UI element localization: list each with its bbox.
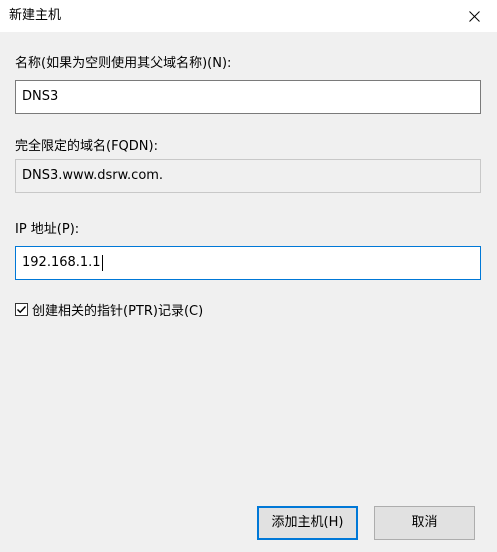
close-icon [468,10,480,22]
close-button[interactable] [451,0,497,32]
add-host-button[interactable]: 添加主机(H) [257,506,358,540]
ptr-record-checkbox-row[interactable]: 创建相关的指针(PTR)记录(C) [15,300,203,319]
dialog-title: 新建主机 [9,8,62,23]
checkmark-icon [17,306,27,314]
text-caret [101,254,103,271]
ip-address-label: IP 地址(P): [15,222,80,237]
dialog-body: 名称(如果为空则使用其父域名称)(N): DNS3 完全限定的域名(FQDN):… [0,32,497,552]
ip-address-value: 192.168.1.1 [22,255,101,270]
name-input[interactable]: DNS3 [15,80,481,114]
cancel-button[interactable]: 取消 [374,506,475,540]
title-bar: 新建主机 [0,0,497,32]
ptr-record-checkbox[interactable] [15,303,28,316]
ptr-record-label: 创建相关的指针(PTR)记录(C) [32,304,204,319]
name-label: 名称(如果为空则使用其父域名称)(N): [15,56,232,71]
fqdn-label: 完全限定的域名(FQDN): [15,139,158,154]
ip-address-input[interactable]: 192.168.1.1 [15,246,481,280]
fqdn-field: DNS3.www.dsrw.com. [15,159,481,193]
